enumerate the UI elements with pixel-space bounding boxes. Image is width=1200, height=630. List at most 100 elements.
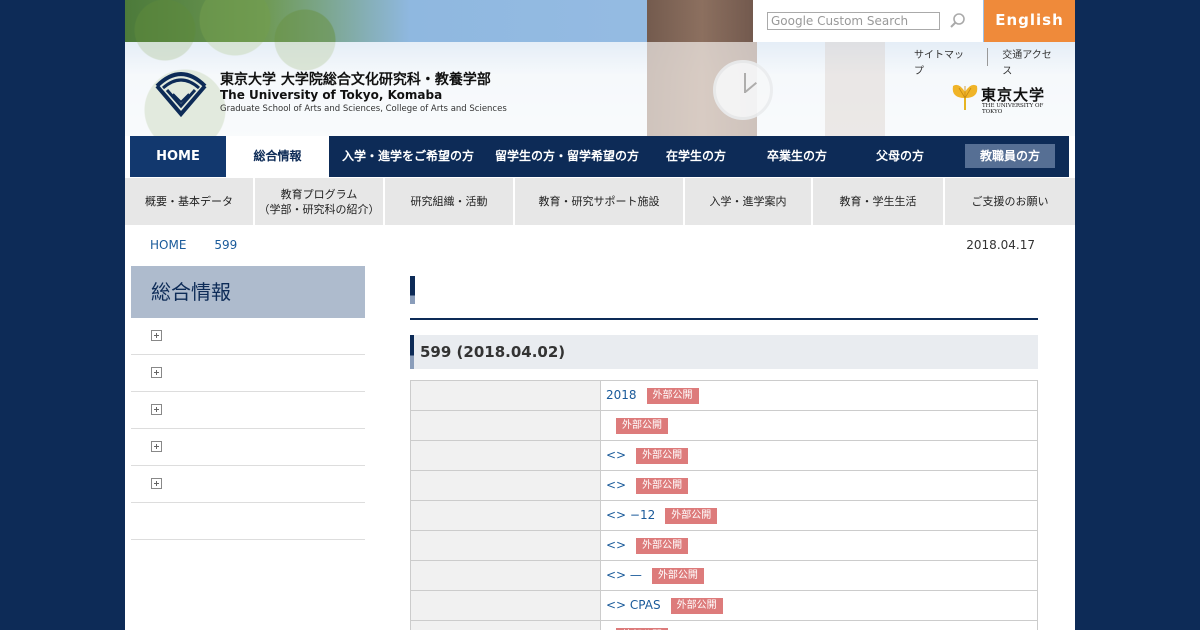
expand-plus-icon[interactable] [151,404,162,415]
sidebar-title[interactable]: 総合情報 [131,266,365,318]
table-cell-label [410,530,601,561]
expand-plus-icon[interactable] [151,330,162,341]
komaba-logo-icon[interactable] [153,66,209,118]
breadcrumb-current[interactable]: 599 [214,238,237,252]
table-cell-label [410,410,601,441]
public-tag: 外部公開 [651,567,704,584]
search-icon[interactable] [949,12,967,30]
table-cell-value: <> 外部公開 [600,440,1038,471]
subnav-programs[interactable]: 教育プログラム （学部・研究科の紹介） [255,178,385,225]
public-tag: 外部公開 [616,417,668,434]
public-tag: 外部公開 [646,387,699,404]
public-tag: 外部公開 [636,537,689,554]
search-input[interactable]: Google Custom Search [767,12,940,30]
table-row: <> CPAS 外部公開 [410,590,1038,621]
update-date: 2018.04.17 [966,238,1035,252]
breadcrumb-home[interactable]: HOME [150,238,186,252]
gnav-students[interactable]: 在学生の方 [647,136,745,177]
table-row: <> 外部公開 [410,440,1038,471]
table-cell-value: 外部公開 [600,620,1038,630]
subnav-programs-line2: （学部・研究科の紹介） [258,202,380,216]
sidebar-item[interactable] [131,503,365,540]
utility-links: サイトマップ 交通アクセス [900,48,1075,77]
event-link[interactable]: 2018 [606,388,637,402]
breadcrumb: HOME 599 [150,238,265,252]
site-title-ja[interactable]: 東京大学 大学院総合文化研究科・教養学部 [220,69,491,89]
event-link[interactable]: <> [606,538,626,552]
subnav-research-label: 研究組織・活動 [410,195,488,208]
utokyo-logo-en: THE UNIVERSITY OF TOKYO [982,103,1044,115]
main-content: 599 (2018.04.02) 2018 外部公開 外部公開 <> 外部公開 <> 外部公… [410,266,1038,630]
site-title-en[interactable]: The University of Tokyo, Komaba [220,88,442,102]
table-row: <> 外部公開 [410,470,1038,501]
table-cell-label [410,500,601,531]
subnav-support[interactable]: ご支援のお願い [945,178,1075,225]
search-area: Google Custom Search [753,0,983,42]
table-cell-value: <> 外部公開 [600,530,1038,561]
gnav-home[interactable]: HOME [130,136,226,177]
table-cell-value: 外部公開 [600,410,1038,441]
gnav-admissions[interactable]: 入学・進学をご希望の方 [329,136,487,177]
global-nav: HOME 総合情報 入学・進学をご希望の方 留学生の方・留学希望の方 在学生の方… [130,136,1069,177]
subnav-student-life[interactable]: 教育・学生生活 [813,178,945,225]
table-cell-label [410,590,601,621]
table-cell-value: <> −12 外部公開 [600,500,1038,531]
table-row: 外部公開 [410,620,1038,630]
table-cell-value: 2018 外部公開 [600,380,1038,411]
public-tag: 外部公開 [670,597,723,614]
gnav-staff-label: 教職員の方 [964,144,1055,168]
expand-plus-icon[interactable] [151,367,162,378]
table-cell-label [410,620,601,630]
table-cell-value: <> CPAS 外部公開 [600,590,1038,621]
public-tag: 外部公開 [636,477,689,494]
sidebar-item[interactable] [131,429,365,466]
gnav-general-info[interactable]: 総合情報 [226,136,329,177]
event-link[interactable]: <> — [606,568,642,582]
subnav-overview-label: 概要・基本データ [145,195,233,208]
subnav-programs-label: 教育プログラム （学部・研究科の紹介） [259,187,380,217]
event-table: 2018 外部公開 外部公開 <> 外部公開 <> 外部公開 <> −12 外部公開 <> 外部公開… [410,380,1038,630]
sidebar-item[interactable] [131,355,365,392]
public-tag: 外部公開 [636,447,689,464]
table-cell-label [410,440,601,471]
table-row: <> 外部公開 [410,530,1038,561]
table-cell-label [410,380,601,411]
table-cell-label [410,560,601,591]
subnav-facilities-label: 教育・研究サポート施設 [538,195,660,208]
access-link[interactable]: 交通アクセス [988,48,1075,77]
gnav-staff[interactable]: 教職員の方 [951,136,1069,177]
gnav-international[interactable]: 留学生の方・留学希望の方 [487,136,647,177]
subnav-research[interactable]: 研究組織・活動 [385,178,515,225]
page: Google Custom Search English サイトマップ 交通アク… [125,0,1075,630]
gnav-alumni[interactable]: 卒業生の方 [745,136,849,177]
gnav-parents[interactable]: 父母の方 [849,136,951,177]
subnav-admission-info[interactable]: 入学・進学案内 [685,178,813,225]
table-row: 2018 外部公開 [410,380,1038,411]
sidebar: 総合情報 [131,266,365,630]
site-subtitle: Graduate School of Arts and Sciences, Co… [220,104,507,114]
table-row: <> −12 外部公開 [410,500,1038,531]
sidebar-item[interactable] [131,318,365,355]
english-button[interactable]: English [984,0,1075,42]
public-tag: 外部公開 [665,507,718,524]
sidebar-item[interactable] [131,466,365,503]
subnav-programs-line1: 教育プログラム [280,187,358,201]
site-header: Google Custom Search English サイトマップ 交通アク… [125,0,1075,136]
subnav-overview[interactable]: 概要・基本データ [125,178,255,225]
expand-plus-icon[interactable] [151,441,162,452]
event-link[interactable]: <> [606,448,626,462]
table-cell-value: <> 外部公開 [600,470,1038,501]
subnav-facilities[interactable]: 教育・研究サポート施設 [515,178,685,225]
table-cell-label [410,470,601,501]
subnav-admission-info-label: 入学・進学案内 [709,195,787,208]
utokyo-logo-ja: 東京大学 [981,86,1046,104]
utokyo-logo[interactable]: 東京大学 THE UNIVERSITY OF TOKYO [951,82,1063,115]
table-cell-value: <> — 外部公開 [600,560,1038,591]
sitemap-link[interactable]: サイトマップ [900,48,989,77]
event-link[interactable]: <> [606,478,626,492]
expand-plus-icon[interactable] [151,478,162,489]
event-link[interactable]: <> CPAS [606,598,661,612]
event-link[interactable]: <> −12 [606,508,655,522]
page-heading [410,266,1038,320]
sidebar-item[interactable] [131,392,365,429]
